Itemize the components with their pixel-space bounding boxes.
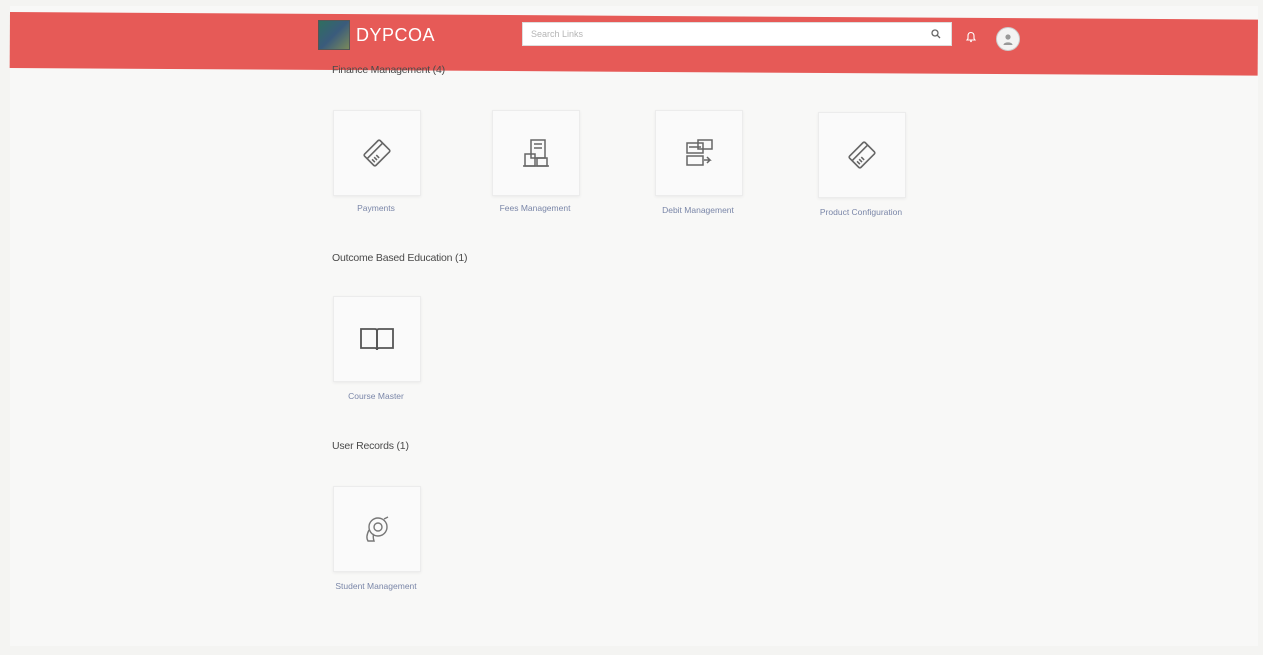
search-input[interactable] <box>523 23 929 45</box>
tile-label[interactable]: Payments <box>321 202 431 214</box>
card-icon <box>358 134 396 172</box>
brand[interactable]: DYPCOA <box>318 20 435 50</box>
logo-icon <box>318 20 350 50</box>
avatar[interactable] <box>996 27 1020 51</box>
brand-name: DYPCOA <box>356 24 436 45</box>
tile-debit-management[interactable] <box>655 110 743 196</box>
page-background <box>10 6 1258 646</box>
section-title-obe: Outcome Based Education (1) <box>332 252 468 264</box>
tile-course-master[interactable] <box>333 296 421 382</box>
search-icon[interactable] <box>929 27 943 41</box>
tile-label[interactable]: Student Management <box>321 580 431 592</box>
bell-icon[interactable] <box>964 30 978 44</box>
tile-product-configuration[interactable] <box>818 112 906 198</box>
search-bar[interactable] <box>522 22 952 46</box>
tile-fees-management[interactable] <box>492 110 580 196</box>
tile-label[interactable]: Debit Management <box>643 204 753 216</box>
tile-label[interactable]: Fees Management <box>480 202 590 214</box>
tile-payments[interactable] <box>333 110 421 196</box>
section-title-finance: Finance Management (4) <box>332 64 445 76</box>
student-icon <box>358 510 396 548</box>
tile-student-management[interactable] <box>333 486 421 572</box>
card-icon <box>843 136 881 174</box>
fees-icon <box>517 134 555 172</box>
debit-icon <box>680 134 718 172</box>
book-icon <box>357 323 397 355</box>
tile-label[interactable]: Product Configuration <box>806 206 916 218</box>
tile-label[interactable]: Course Master <box>321 390 431 402</box>
section-title-user-records: User Records (1) <box>332 440 409 452</box>
